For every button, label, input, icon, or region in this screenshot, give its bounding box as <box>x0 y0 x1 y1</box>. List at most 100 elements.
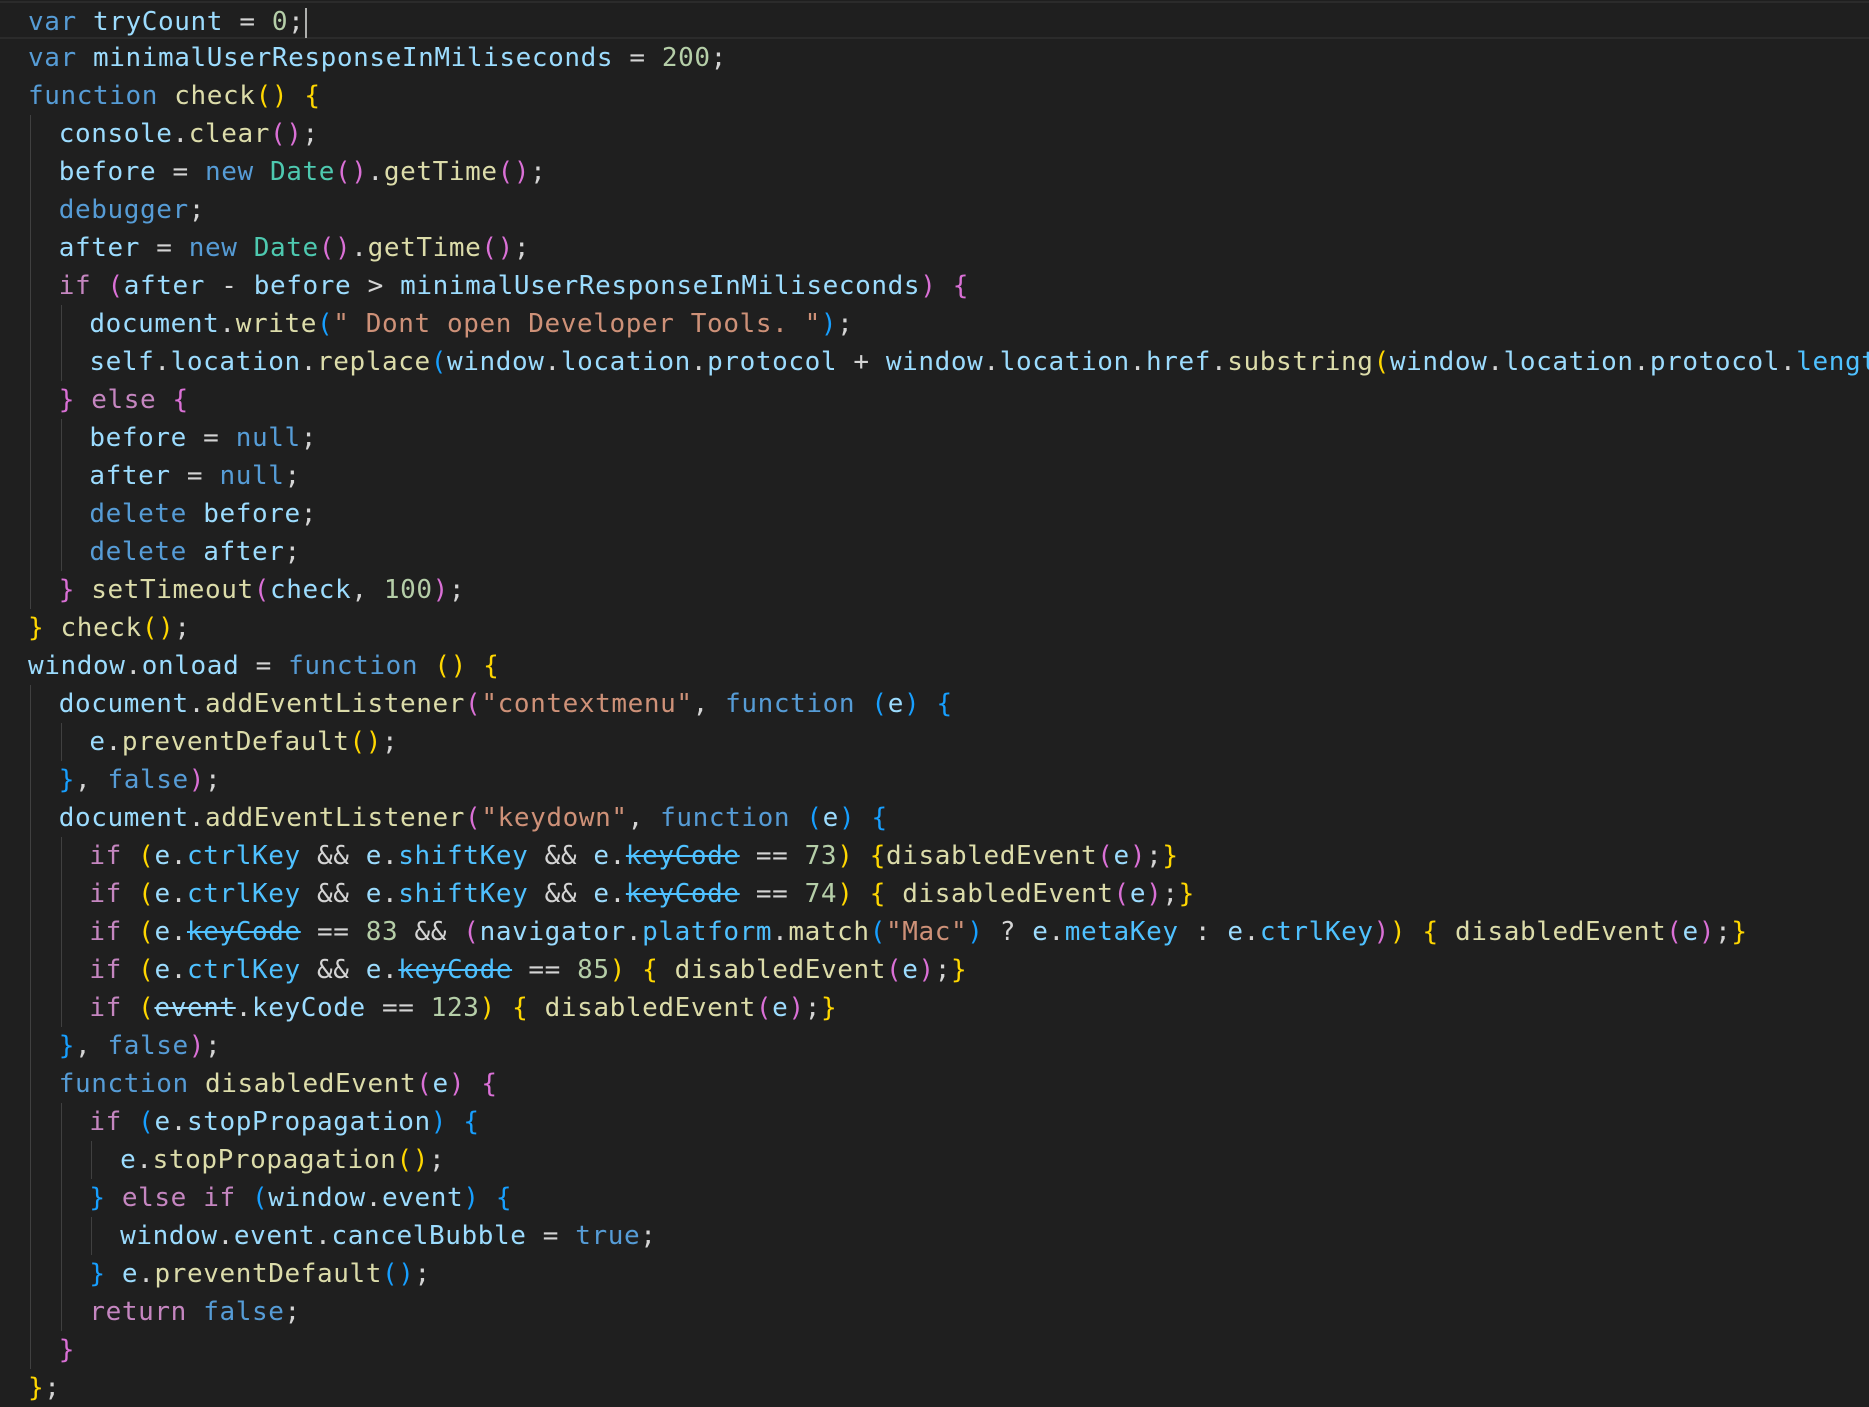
code-token: . <box>188 803 205 833</box>
code-token: ; <box>205 765 222 795</box>
code-token: shiftKey <box>398 879 529 909</box>
code-line[interactable]: } check(); <box>0 609 1869 647</box>
code-token: e <box>121 1259 139 1289</box>
code-line[interactable]: if (e.stopPropagation) { <box>0 1103 1869 1141</box>
code-token: ( <box>416 1069 433 1099</box>
code-line[interactable]: } setTimeout(check, 100); <box>0 571 1869 609</box>
code-line[interactable]: } <box>0 1331 1869 1369</box>
code-line[interactable]: function check() { <box>0 77 1869 115</box>
code-token: e <box>120 1145 137 1175</box>
code-token: } <box>58 575 75 605</box>
code-token: { <box>936 689 953 719</box>
code-line[interactable]: function disabledEvent(e) { <box>0 1065 1869 1103</box>
code-line[interactable]: delete before; <box>0 495 1869 533</box>
code-token: else <box>91 385 157 415</box>
code-token: delete <box>89 537 187 567</box>
code-token: ctrlKey <box>1259 917 1374 947</box>
code-token: e <box>154 879 171 909</box>
code-line[interactable]: if (e.keyCode == 83 && (navigator.platfo… <box>0 913 1869 951</box>
code-text: e.preventDefault(); <box>89 723 398 761</box>
code-token: ) <box>837 879 854 909</box>
code-token: if <box>89 955 122 985</box>
code-line[interactable]: before = null; <box>0 419 1869 457</box>
code-text: after = new Date().getTime(); <box>59 229 530 267</box>
code-line[interactable]: window.event.cancelBubble = true; <box>0 1217 1869 1255</box>
code-line[interactable]: } else { <box>0 381 1869 419</box>
code-text: e.stopPropagation(); <box>120 1141 445 1179</box>
indent-guide <box>60 1141 62 1179</box>
code-line[interactable]: document.addEventListener("keydown", fun… <box>0 799 1869 837</box>
indent-guide <box>60 913 62 951</box>
code-token: . <box>1633 347 1650 377</box>
code-line[interactable]: document.write(" Dont open Developer Too… <box>0 305 1869 343</box>
indent-guide <box>60 419 62 457</box>
code-line[interactable]: } e.preventDefault(); <box>0 1255 1869 1293</box>
code-line[interactable]: e.stopPropagation(); <box>0 1141 1869 1179</box>
code-line[interactable]: if (e.ctrlKey && e.keyCode == 85) { disa… <box>0 951 1869 989</box>
code-editor[interactable]: var tryCount = 0; var minimalUserResponse… <box>0 0 1869 1406</box>
code-token: event <box>233 1221 316 1251</box>
code-line[interactable]: if (event.keyCode == 123) { disabledEven… <box>0 989 1869 1027</box>
code-line[interactable]: if (e.ctrlKey && e.shiftKey && e.keyCode… <box>0 875 1869 913</box>
code-line[interactable]: } else if (window.event) { <box>0 1179 1869 1217</box>
indent-guide <box>60 1255 62 1293</box>
code-line[interactable]: e.preventDefault(); <box>0 723 1869 761</box>
code-token: stopPropagation <box>186 1107 431 1137</box>
code-line[interactable]: var minimalUserResponseInMiliseconds = 2… <box>0 39 1869 77</box>
code-text: document.addEventListener("contextmenu",… <box>59 685 953 723</box>
code-token: disabledEvent <box>674 955 886 985</box>
code-token: self <box>89 347 155 377</box>
code-token: () <box>141 613 175 643</box>
code-line[interactable]: console.clear(); <box>0 115 1869 153</box>
code-line[interactable]: self.location.replace(window.location.pr… <box>0 343 1869 381</box>
code-line[interactable]: var tryCount = 0; <box>0 1 1869 39</box>
code-text: if (after - before > minimalUserResponse… <box>59 267 969 305</box>
code-token: ( <box>253 575 271 605</box>
code-token: ; <box>300 423 317 453</box>
code-line[interactable]: debugger; <box>0 191 1869 229</box>
code-token: ( <box>465 689 482 719</box>
code-token: ( <box>1097 841 1114 871</box>
indent-guide <box>60 1179 62 1217</box>
code-token: before <box>203 499 301 529</box>
code-token: check <box>270 575 352 605</box>
code-token: e <box>1032 917 1049 947</box>
indent-guide <box>30 191 31 229</box>
code-token: function <box>28 81 159 111</box>
code-token: navigator <box>479 917 626 947</box>
code-token: 123 <box>430 993 480 1023</box>
code-token: ) <box>967 917 984 947</box>
code-line[interactable]: }, false); <box>0 761 1869 799</box>
code-line[interactable]: after = null; <box>0 457 1869 495</box>
code-token: e <box>154 917 171 947</box>
code-token: if <box>203 1183 236 1213</box>
code-line[interactable]: delete after; <box>0 533 1869 571</box>
code-token: . <box>136 1145 153 1175</box>
code-line[interactable]: if (e.ctrlKey && e.shiftKey && e.keyCode… <box>0 837 1869 875</box>
code-line[interactable]: return false; <box>0 1293 1869 1331</box>
code-line[interactable]: }, false); <box>0 1027 1869 1065</box>
code-token: protocol <box>1649 347 1780 377</box>
code-token: ) <box>430 1107 448 1137</box>
code-line[interactable]: if (after - before > minimalUserResponse… <box>0 267 1869 305</box>
code-line[interactable]: document.addEventListener("contextmenu",… <box>0 685 1869 723</box>
code-line[interactable]: window.onload = function () { <box>0 647 1869 685</box>
code-token: after <box>89 461 171 491</box>
code-token: e <box>772 993 789 1023</box>
code-line[interactable]: before = new Date().getTime(); <box>0 153 1869 191</box>
code-token: == <box>739 879 805 909</box>
code-text: document.addEventListener("keydown", fun… <box>59 799 888 837</box>
code-token: window <box>120 1221 218 1251</box>
code-text: if (e.keyCode == 83 && (navigator.platfo… <box>89 913 1747 951</box>
indent-guide <box>30 457 31 495</box>
code-line[interactable]: after = new Date().getTime(); <box>0 229 1869 267</box>
code-line[interactable]: }; <box>0 1369 1869 1407</box>
code-token: } <box>1731 917 1748 947</box>
code-token: keyCode <box>186 917 301 947</box>
code-token: ; <box>448 575 466 605</box>
code-token: } <box>1178 879 1195 909</box>
